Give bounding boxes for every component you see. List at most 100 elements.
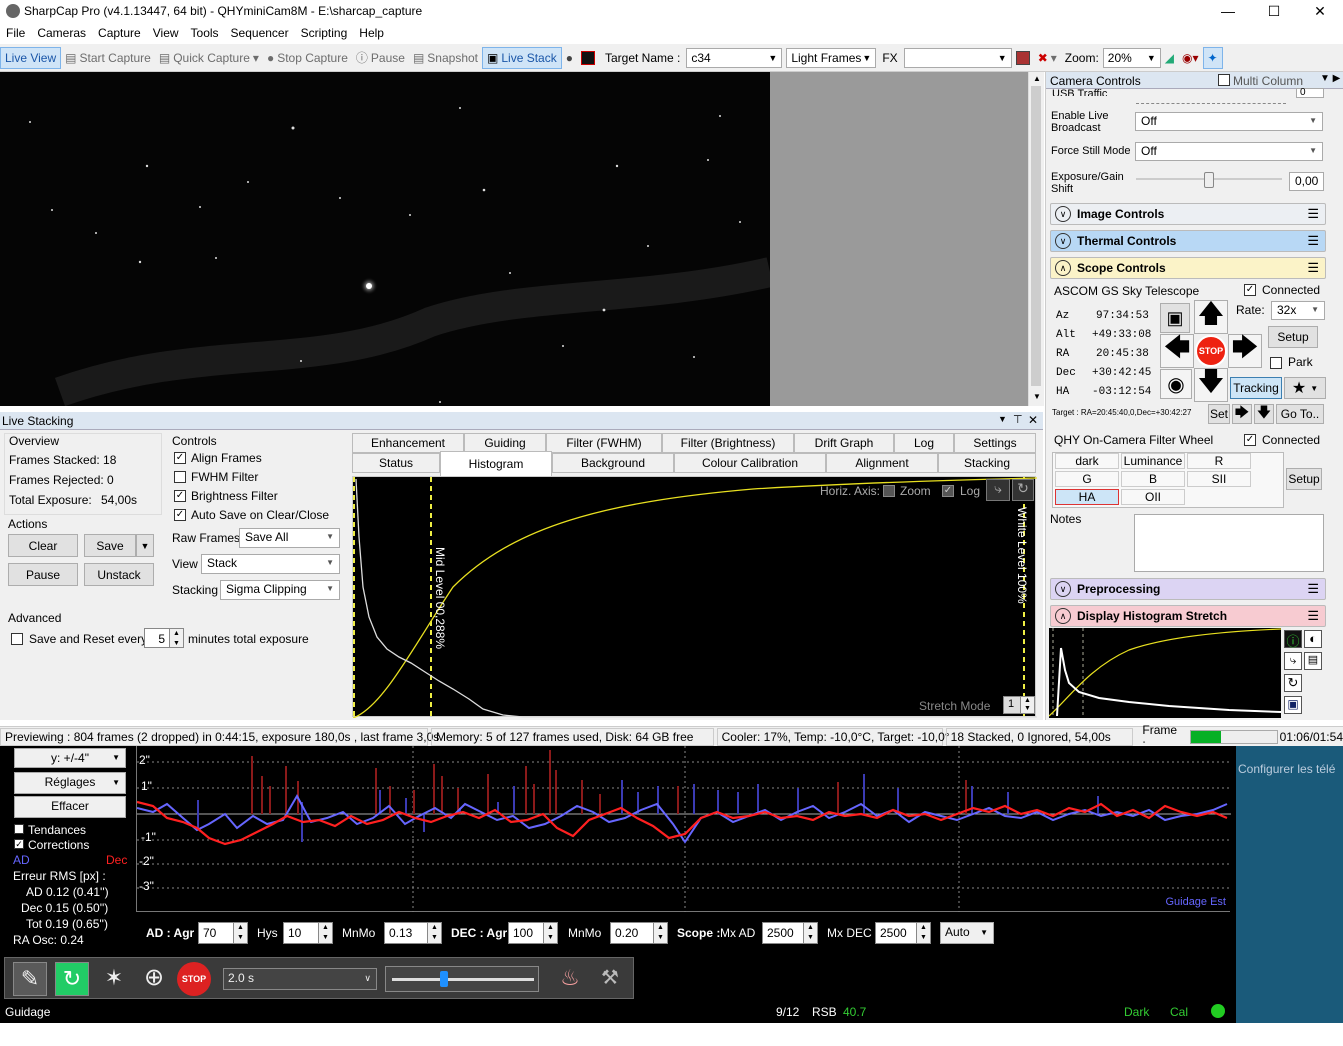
filter-sii[interactable]: SII	[1187, 471, 1251, 487]
menu-sequencer[interactable]: Sequencer	[225, 26, 295, 40]
start-capture-button[interactable]: ▤ Start Capture	[61, 47, 155, 69]
align-frames-checkbox[interactable]: ✓	[174, 452, 186, 464]
info-icon[interactable]: ⓘ	[1284, 630, 1302, 649]
arrow-left-icon[interactable]: 🡄	[1160, 332, 1194, 368]
stretch-mode-spinner[interactable]: 1 ▲ ▼	[1003, 696, 1035, 714]
filter-setup-button[interactable]: Setup	[1286, 468, 1322, 490]
ad-agr-spinner[interactable]: 70 ▲ ▼	[198, 922, 248, 944]
menu-file[interactable]: File	[0, 26, 31, 40]
save-reset-minutes[interactable]: 5 ▲ ▼	[144, 628, 184, 648]
auto-select[interactable]: Auto ▼	[940, 922, 994, 944]
reset-stretch-icon[interactable]: ↻	[1012, 479, 1034, 501]
reticle-icon[interactable]	[1012, 47, 1034, 69]
live-stack-button[interactable]: ▣ Live Stack	[482, 46, 562, 69]
close-panel-icon[interactable]: ✕	[1028, 413, 1038, 427]
park-checkbox[interactable]	[1270, 357, 1282, 369]
tab-colour-calibration[interactable]: Colour Calibration	[674, 453, 826, 473]
reglages-select[interactable]: Réglages ▼	[14, 772, 126, 794]
thermal-controls-header[interactable]: ∨ Thermal Controls ☰	[1050, 230, 1326, 252]
goto-button[interactable]: Go To..	[1276, 404, 1324, 424]
arrow-down-icon[interactable]: 🡇	[1194, 366, 1228, 402]
tools-icon[interactable]: ⚒	[593, 962, 627, 996]
view-select[interactable]: Stack ▼	[201, 554, 340, 574]
tab-enhancement[interactable]: Enhancement	[352, 433, 464, 453]
dropdown-icon[interactable]: ▼	[998, 414, 1007, 424]
dec-agr-spinner[interactable]: 100 ▲ ▼	[508, 922, 558, 944]
menu-capture[interactable]: Capture	[92, 26, 147, 40]
guide-stop-icon[interactable]: STOP	[177, 962, 211, 996]
arrow-right-icon[interactable]: 🡆	[1228, 332, 1262, 368]
tendances-checkbox[interactable]	[14, 824, 24, 834]
tab-alignment[interactable]: Alignment	[826, 453, 938, 473]
menu-help[interactable]: Help	[353, 26, 390, 40]
frame-type-select[interactable]: Light Frames ▼	[786, 47, 877, 68]
arrow-up-icon[interactable]: 🡅	[1194, 298, 1228, 334]
mx-dec-spinner[interactable]: 2500 ▲ ▼	[875, 922, 931, 944]
target-icon[interactable]: ◉	[1160, 369, 1192, 399]
close-icon[interactable]: ✕	[1297, 0, 1343, 22]
menu-tools[interactable]: Tools	[185, 26, 225, 40]
image-scrollbar[interactable]: ▲ ▼	[1028, 72, 1044, 406]
reset-icon[interactable]: ↻	[1284, 674, 1302, 692]
log-checkbox[interactable]: ✓	[942, 485, 954, 497]
gamma-slider[interactable]	[385, 966, 539, 992]
moon-icon[interactable]: ●	[562, 47, 577, 69]
quick-capture-button[interactable]: ▤ Quick Capture ▾	[155, 47, 263, 69]
guide-graph[interactable]: 2" 1" -1" -2" -3" Guidage Est	[136, 746, 1231, 912]
tab-histogram[interactable]: Histogram	[440, 451, 552, 476]
pin-icon[interactable]: ✦	[1202, 46, 1223, 69]
filter-g[interactable]: G	[1055, 471, 1119, 487]
live-image-view[interactable]	[0, 72, 770, 406]
fwhm-filter-checkbox[interactable]	[174, 471, 186, 483]
scope-setup-button[interactable]: Setup	[1268, 326, 1318, 348]
tab-drift-graph[interactable]: Drift Graph	[794, 433, 894, 453]
live-view-button[interactable]: Live View	[0, 46, 62, 69]
scope-connected-checkbox[interactable]: ✓	[1244, 284, 1256, 296]
menu-cameras[interactable]: Cameras	[31, 26, 92, 40]
save-icon[interactable]: ▣	[1284, 696, 1302, 714]
panel-menu-icon[interactable]: ▼ ▶	[1320, 73, 1340, 84]
stack-histogram[interactable]: Horiz. Axis: Zoom ✓ Log ⤷ ↻ Mid Level 00…	[352, 476, 1038, 719]
stacking-select[interactable]: Sigma Clipping ▼	[220, 580, 340, 600]
loop-icon[interactable]: ↻	[55, 962, 89, 996]
multi-column-checkbox[interactable]	[1218, 74, 1230, 86]
y-scale-select[interactable]: y: +/-4" ▼	[14, 748, 126, 768]
hamburger-icon[interactable]: ☰	[1307, 608, 1319, 624]
dec-mnmo-spinner[interactable]: 0.20 ▲ ▼	[610, 922, 668, 944]
notes-textarea[interactable]	[1134, 514, 1324, 572]
preprocessing-header[interactable]: ∨ Preprocessing ☰	[1050, 578, 1326, 600]
menu-scripting[interactable]: Scripting	[295, 26, 354, 40]
exposure-select[interactable]: 2.0 s ∨	[223, 968, 377, 990]
filter-ha[interactable]: HA	[1055, 489, 1119, 505]
tab-filter-brightness[interactable]: Filter (Brightness)	[662, 433, 794, 453]
clear-button[interactable]: Clear	[8, 534, 78, 557]
pause-stack-button[interactable]: Pause	[8, 563, 78, 586]
loop-pencil-icon[interactable]: ✎	[13, 962, 47, 996]
snapshot-button[interactable]: ▤ Snapshot	[409, 47, 482, 69]
scope-controls-header[interactable]: ∧ Scope Controls ☰	[1050, 257, 1326, 279]
goto-down-icon[interactable]: 🡇	[1254, 404, 1274, 424]
hamburger-icon[interactable]: ☰	[1307, 206, 1319, 222]
zoom-select[interactable]: 20% ▼	[1102, 47, 1161, 68]
filter-b[interactable]: B	[1121, 471, 1185, 487]
minimize-icon[interactable]: —	[1205, 0, 1251, 22]
tab-settings[interactable]: Settings	[954, 433, 1036, 453]
tab-background[interactable]: Background	[552, 453, 674, 473]
hamburger-icon[interactable]: ☰	[1307, 260, 1319, 276]
filter-luminance[interactable]: Luminance	[1121, 453, 1185, 469]
rate-select[interactable]: 32x ▼	[1271, 301, 1325, 320]
star-icon[interactable]: ★ ▼	[1284, 377, 1326, 399]
live-broadcast-select[interactable]: Off ▼	[1135, 112, 1323, 131]
zoom-checkbox[interactable]	[883, 485, 895, 497]
lightning-icon[interactable]: ⤷	[1284, 652, 1302, 670]
save-options-button[interactable]: ▼	[136, 534, 154, 557]
corrections-checkbox[interactable]: ✓	[14, 839, 24, 849]
brain-icon[interactable]: ♨	[553, 962, 587, 996]
auto-save-checkbox[interactable]: ✓	[174, 509, 186, 521]
menu-view[interactable]: View	[147, 26, 185, 40]
hamburger-icon[interactable]: ☰	[1307, 233, 1319, 249]
maximize-icon[interactable]: ☐	[1251, 0, 1297, 22]
stop-capture-button[interactable]: ● Stop Capture	[263, 47, 352, 69]
save-reset-checkbox[interactable]	[11, 633, 23, 645]
raw-frames-select[interactable]: Save All ▼	[239, 528, 340, 548]
